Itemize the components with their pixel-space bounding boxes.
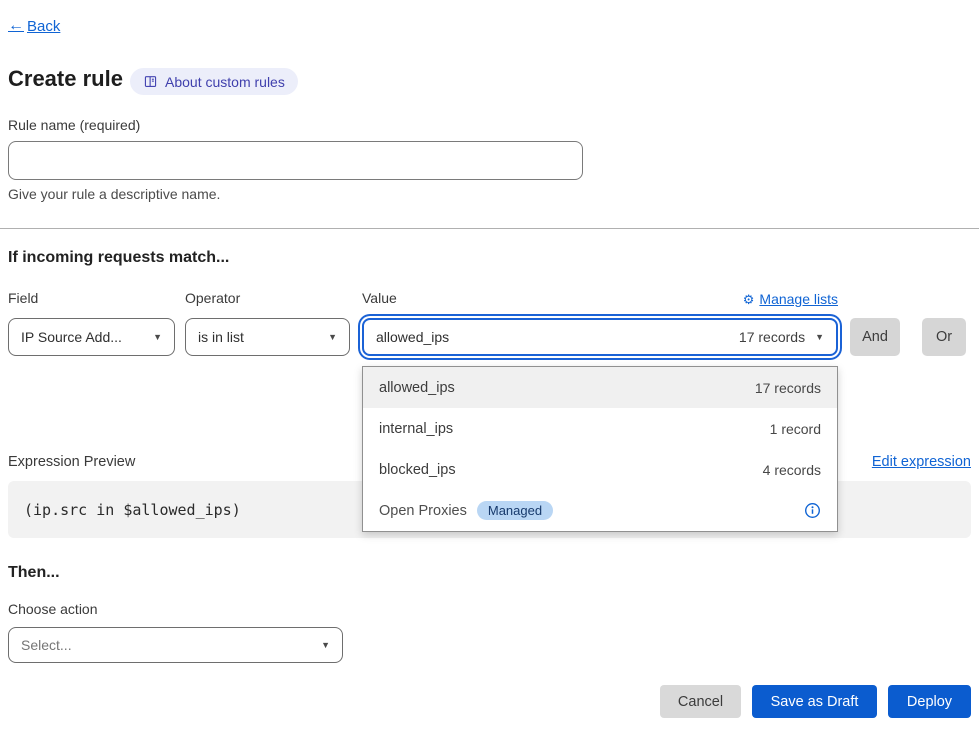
value-select[interactable]: allowed_ips 17 records ▼ bbox=[362, 318, 838, 356]
chevron-down-icon: ▼ bbox=[328, 332, 337, 342]
deploy-button[interactable]: Deploy bbox=[888, 685, 971, 718]
expression-preview-label: Expression Preview bbox=[8, 454, 135, 470]
list-option-record-count: 1 record bbox=[770, 421, 821, 437]
back-link-label: Back bbox=[27, 18, 60, 35]
field-column-label: Field bbox=[8, 290, 38, 306]
chevron-down-icon: ▼ bbox=[815, 332, 824, 342]
edit-expression-link[interactable]: Edit expression bbox=[872, 454, 971, 470]
managed-badge: Managed bbox=[477, 501, 553, 520]
manage-lists-label: Manage lists bbox=[759, 291, 838, 307]
choose-action-label: Choose action bbox=[8, 601, 98, 617]
operator-select[interactable]: is in list ▼ bbox=[185, 318, 350, 356]
chevron-down-icon: ▼ bbox=[321, 640, 330, 650]
list-option-name: blocked_ips bbox=[379, 462, 456, 478]
list-option-name: Open Proxies bbox=[379, 503, 467, 519]
rule-name-label: Rule name (required) bbox=[8, 117, 140, 133]
back-arrow-icon: ← bbox=[8, 17, 24, 35]
book-icon bbox=[143, 74, 158, 89]
action-select[interactable]: Select... ▼ bbox=[8, 627, 343, 663]
chevron-down-icon: ▼ bbox=[153, 332, 162, 342]
list-option-internal-ips[interactable]: internal_ips 1 record bbox=[363, 408, 837, 449]
cancel-button[interactable]: Cancel bbox=[660, 685, 741, 718]
list-option-name: internal_ips bbox=[379, 421, 453, 437]
value-select-record-count: 17 records bbox=[739, 329, 805, 345]
save-as-draft-button[interactable]: Save as Draft bbox=[752, 685, 877, 718]
back-link[interactable]: ← Back bbox=[8, 17, 60, 35]
or-button[interactable]: Or bbox=[922, 318, 966, 356]
list-option-name: allowed_ips bbox=[379, 380, 455, 396]
list-option-record-count: 4 records bbox=[763, 462, 821, 478]
match-section-heading: If incoming requests match... bbox=[8, 249, 229, 267]
value-column-label: Value bbox=[362, 290, 397, 306]
section-divider bbox=[0, 228, 979, 229]
list-option-record-count: 17 records bbox=[755, 380, 821, 396]
then-section-heading: Then... bbox=[8, 564, 60, 582]
gear-icon: ⚙ bbox=[743, 293, 755, 306]
list-option-open-proxies[interactable]: Open Proxies Managed bbox=[363, 490, 837, 531]
manage-lists-link[interactable]: ⚙ Manage lists bbox=[743, 291, 838, 307]
field-select-value: IP Source Add... bbox=[21, 329, 122, 345]
operator-select-value: is in list bbox=[198, 329, 244, 345]
rule-name-helper: Give your rule a descriptive name. bbox=[8, 186, 220, 202]
expression-code: (ip.src in $allowed_ips) bbox=[24, 501, 241, 519]
about-custom-rules-link[interactable]: About custom rules bbox=[130, 68, 298, 95]
action-select-placeholder: Select... bbox=[21, 637, 72, 653]
about-custom-rules-label: About custom rules bbox=[165, 74, 285, 90]
create-rule-page: ← Back Create rule About custom rules Ru… bbox=[0, 0, 979, 739]
and-button[interactable]: And bbox=[850, 318, 900, 356]
list-option-blocked-ips[interactable]: blocked_ips 4 records bbox=[363, 449, 837, 490]
operator-column-label: Operator bbox=[185, 290, 240, 306]
info-icon[interactable] bbox=[804, 502, 821, 519]
list-option-allowed-ips[interactable]: allowed_ips 17 records bbox=[363, 367, 837, 408]
list-dropdown-panel: allowed_ips 17 records internal_ips 1 re… bbox=[362, 366, 838, 532]
rule-name-input[interactable] bbox=[8, 141, 583, 180]
page-title: Create rule bbox=[8, 66, 123, 92]
value-select-value: allowed_ips bbox=[376, 329, 449, 345]
field-select[interactable]: IP Source Add... ▼ bbox=[8, 318, 175, 356]
